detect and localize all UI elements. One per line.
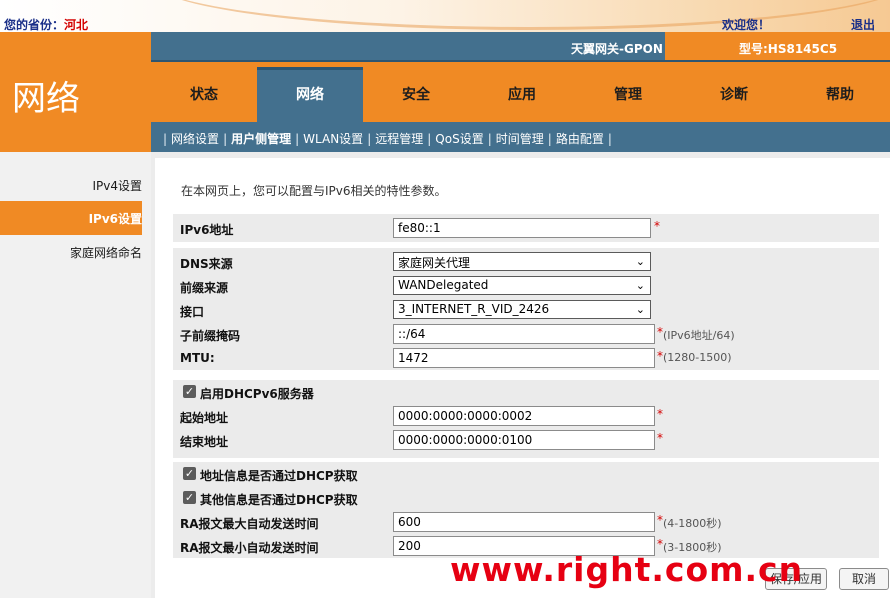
interface-value: 3_INTERNET_R_VID_2426: [398, 302, 550, 316]
tab-network[interactable]: 网络: [257, 67, 363, 122]
other-via-dhcp-label: 其他信息是否通过DHCP获取: [200, 493, 358, 507]
page-description: 在本网页上，您可以配置与IPv6相关的特性参数。: [181, 184, 447, 198]
province-value: 河北: [64, 18, 89, 32]
start-address-row: 起始地址 0000:0000:0000:0002 *: [173, 404, 879, 428]
subnav-qos-settings[interactable]: QoS设置: [435, 132, 483, 146]
ipv6-address-input[interactable]: fe80::1: [393, 218, 651, 238]
start-address-label: 起始地址: [180, 411, 229, 425]
sub-nav-separator: |: [295, 132, 300, 146]
device-name: 天翼网关-GPON: [571, 42, 663, 56]
other-via-dhcp-checkbox[interactable]: ✓: [183, 491, 196, 504]
sidebar-item-label: 家庭网络命名: [69, 246, 142, 260]
sub-nav: | 网络设置 | 用户侧管理 | WLAN设置 | 远程管理 | QoS设置 | 时间管理 | 路由配置 |: [151, 122, 890, 152]
dns-source-row: DNS来源 家庭网关代理 ⌄: [173, 250, 879, 274]
mtu-hint: (1280-1500): [663, 351, 732, 364]
sub-nav-separator: |: [223, 132, 228, 146]
subnav-network-settings[interactable]: 网络设置: [171, 132, 219, 146]
dhcpv6-row: ✓ 启用DHCPv6服务器: [173, 380, 879, 404]
end-address-row: 结束地址 0000:0000:0000:0100 *: [173, 428, 879, 452]
banner-decoration: [150, 0, 890, 30]
dhcpv6-checkbox[interactable]: ✓: [183, 385, 196, 398]
other-via-dhcp-row: ✓ 其他信息是否通过DHCP获取: [173, 486, 879, 510]
end-address-input[interactable]: 0000:0000:0000:0100: [393, 430, 655, 450]
sidebar-item-home-network-naming[interactable]: 家庭网络命名: [0, 235, 142, 269]
ra-max-hint: (4-1800秒): [663, 517, 722, 530]
sidebar-item-label: IPv4设置: [92, 179, 142, 193]
dns-source-select[interactable]: 家庭网关代理 ⌄: [393, 252, 651, 271]
main-nav: 状态 网络 安全 应用 管理 诊断 帮助: [151, 62, 890, 122]
chevron-down-icon: ⌄: [635, 279, 645, 292]
subnav-remote-management[interactable]: 远程管理: [375, 132, 423, 146]
tab-security[interactable]: 安全: [363, 67, 469, 122]
mtu-label: MTU:: [180, 351, 215, 365]
province-caption: 您的省份：: [4, 18, 65, 32]
ra-max-row: RA报文最大自动发送时间 600 * (4-1800秒): [173, 510, 879, 534]
sidebar-item-label: IPv6设置: [88, 212, 142, 226]
ipv6-address-row: IPv6地址 fe80::1 *: [173, 216, 879, 240]
welcome-text: 欢迎您！: [722, 18, 771, 32]
sub-nav-separator: |: [487, 132, 492, 146]
prefix-source-select[interactable]: WANDelegated ⌄: [393, 276, 651, 295]
addr-via-dhcp-row: ✓ 地址信息是否通过DHCP获取: [173, 462, 879, 486]
interface-row: 接口 3_INTERNET_R_VID_2426 ⌄: [173, 298, 879, 322]
sub-nav-items: | 网络设置 | 用户侧管理 | WLAN设置 | 远程管理 | QoS设置 | 时间管理 | 路由配置 |: [159, 130, 616, 147]
subnav-wlan-settings[interactable]: WLAN设置: [303, 132, 363, 146]
tab-diagnosis[interactable]: 诊断: [681, 67, 787, 122]
watermark: www.right.com.cn: [450, 550, 804, 589]
chevron-down-icon: ⌄: [635, 303, 645, 316]
subnav-route-config[interactable]: 路由配置: [556, 132, 604, 146]
ipv6-address-label: IPv6地址: [180, 223, 234, 237]
sidebar: IPv4设置 IPv6设置 家庭网络命名: [0, 152, 151, 598]
subprefix-mask-input[interactable]: ::/64: [393, 324, 655, 344]
subprefix-mask-row: 子前缀掩码 ::/64 * (IPv6地址/64): [173, 322, 879, 346]
dns-source-value: 家庭网关代理: [398, 256, 471, 270]
sidebar-item-ipv6[interactable]: IPv6设置: [0, 201, 142, 235]
addr-via-dhcp-label: 地址信息是否通过DHCP获取: [200, 469, 358, 483]
tab-application[interactable]: 应用: [469, 67, 575, 122]
sub-nav-separator: |: [163, 132, 168, 146]
prefix-source-label: 前缀来源: [180, 281, 229, 295]
model-label: 型号:HS8145C5: [739, 42, 838, 56]
subprefix-mask-hint: (IPv6地址/64): [663, 329, 735, 342]
ra-min-label: RA报文最小自动发送时间: [180, 541, 319, 555]
required-marker: *: [654, 219, 660, 233]
device-info-bar: 天翼网关-GPON 型号:HS8145C5: [151, 32, 890, 62]
interface-select[interactable]: 3_INTERNET_R_VID_2426 ⌄: [393, 300, 651, 319]
sub-nav-separator: |: [427, 132, 432, 146]
dns-source-label: DNS来源: [180, 257, 233, 271]
tab-management[interactable]: 管理: [575, 67, 681, 122]
sidebar-item-ipv4[interactable]: IPv4设置: [0, 168, 142, 202]
end-address-label: 结束地址: [180, 435, 229, 449]
prefix-source-value: WANDelegated: [398, 278, 489, 292]
section-title: 网络: [12, 79, 80, 119]
model-box: 型号:HS8145C5: [665, 32, 890, 60]
prefix-source-row: 前缀来源 WANDelegated ⌄: [173, 274, 879, 298]
subprefix-mask-label: 子前缀掩码: [180, 329, 241, 343]
content-panel: 在本网页上，您可以配置与IPv6相关的特性参数。 IPv6地址 fe80::1 …: [151, 152, 890, 598]
chevron-down-icon: ⌄: [635, 255, 645, 268]
tab-status[interactable]: 状态: [151, 67, 257, 122]
sub-nav-separator: |: [547, 132, 552, 146]
interface-label: 接口: [180, 305, 205, 319]
required-marker: *: [657, 431, 663, 445]
province-label: 您的省份：河北: [4, 16, 88, 33]
cancel-button[interactable]: 取消: [839, 568, 889, 590]
sub-nav-separator: |: [367, 132, 372, 146]
mtu-input[interactable]: 1472: [393, 348, 655, 368]
start-address-input[interactable]: 0000:0000:0000:0002: [393, 406, 655, 426]
mtu-row: MTU: 1472 * (1280-1500): [173, 346, 879, 370]
ra-max-label: RA报文最大自动发送时间: [180, 517, 319, 531]
addr-via-dhcp-checkbox[interactable]: ✓: [183, 467, 196, 480]
sub-nav-separator: |: [607, 132, 612, 146]
required-marker: *: [657, 407, 663, 421]
dhcpv6-label: 启用DHCPv6服务器: [200, 387, 314, 401]
top-banner: 您的省份：河北 欢迎您！ 退出: [0, 0, 890, 32]
logout-link[interactable]: 退出: [851, 16, 875, 33]
tab-help[interactable]: 帮助: [787, 67, 890, 122]
subnav-user-side-management[interactable]: 用户侧管理: [231, 132, 291, 146]
subnav-time-management[interactable]: 时间管理: [496, 132, 544, 146]
section-title-box: 网络: [0, 32, 151, 152]
ra-max-input[interactable]: 600: [393, 512, 655, 532]
